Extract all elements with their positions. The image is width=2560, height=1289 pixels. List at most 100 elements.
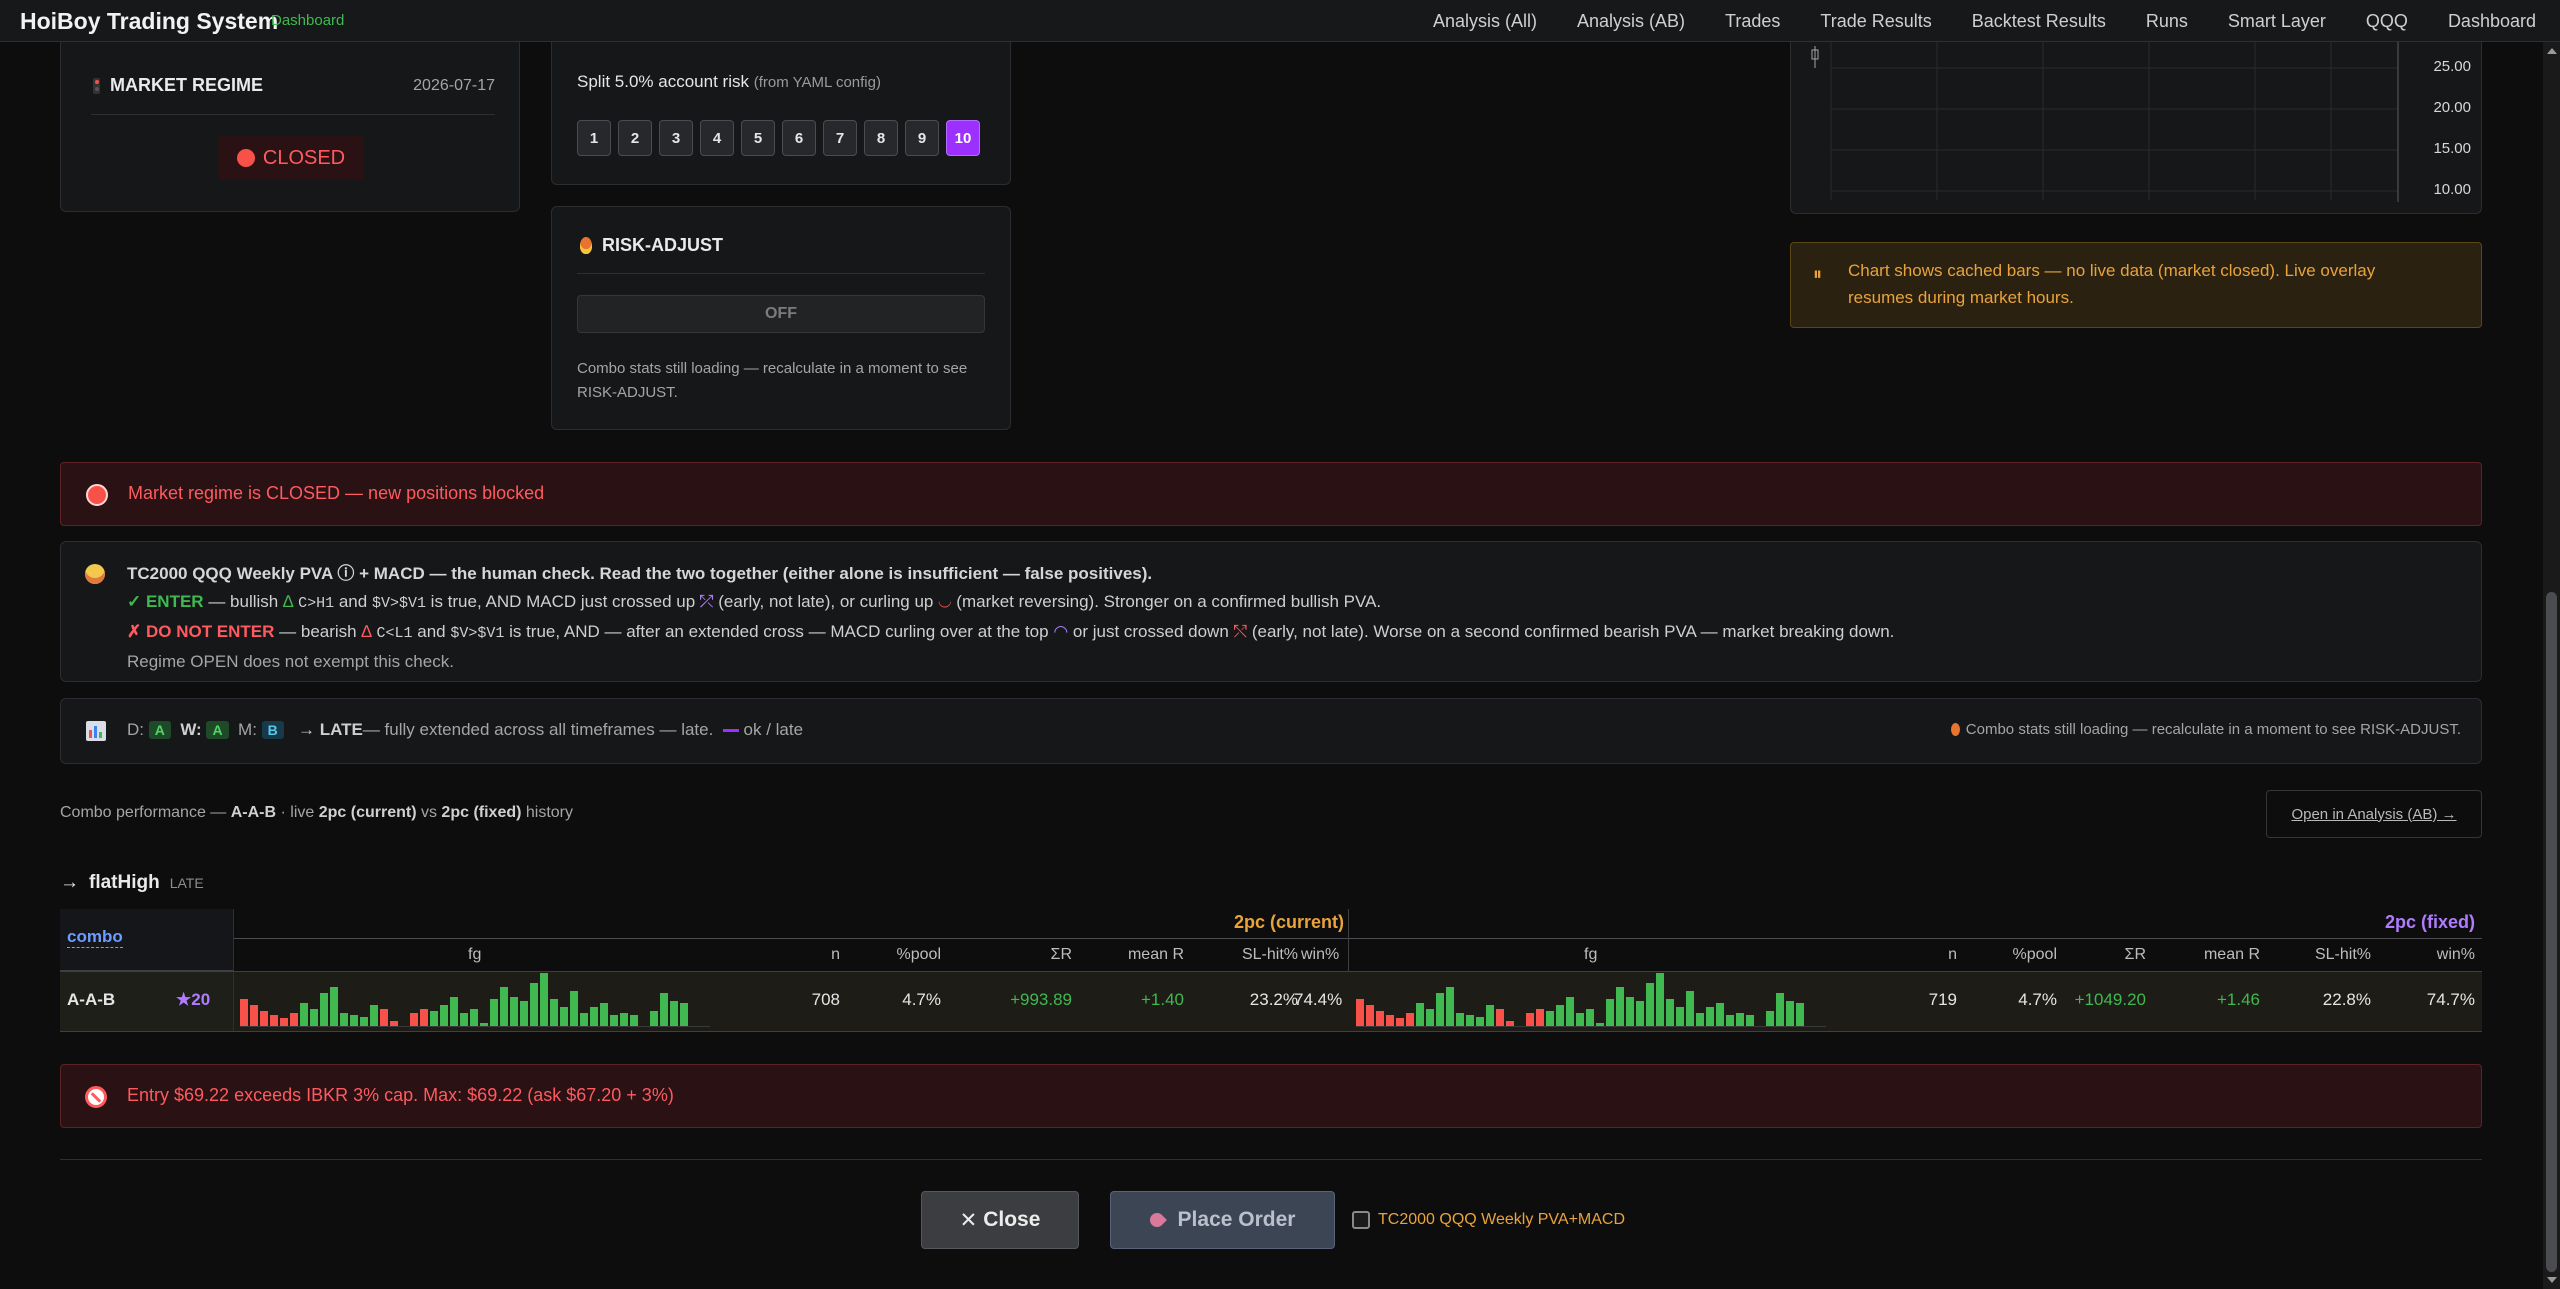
split-page-10[interactable]: 10 [946,120,980,156]
split-page-6[interactable]: 6 [782,120,816,156]
timeframe-summary: D: A W: A M: B → LATE — fully extended a… [60,698,2482,764]
tc2000-human-check: TC2000 QQQ Weekly PVA ⓘ + MACD — the hum… [60,541,2482,682]
split-page-5[interactable]: 5 [741,120,775,156]
nav-link-qqq[interactable]: QQQ [2366,11,2408,32]
red-circle-icon [86,484,108,506]
tf-weekly-grade: A [206,721,229,739]
regime-date: 2026-07-17 [413,77,495,94]
place-order-button[interactable]: Place Order [1110,1191,1335,1249]
tf-monthly-label: M: [238,720,257,739]
curl-over-icon: ◠ [1053,622,1069,641]
split-page-7[interactable]: 7 [823,120,857,156]
y-tick-20: 20.00 [2433,99,2471,116]
scrollbar-thumb[interactable] [2546,592,2557,1272]
tc2000-confirm-check[interactable]: TC2000 QQQ Weekly PVA+MACD [1352,1211,1625,1229]
risk-adjust-panel: RISK-ADJUST OFF Combo stats still loadin… [551,206,1011,430]
scroll-up-arrow[interactable] [2547,48,2557,54]
split-page-3[interactable]: 3 [659,120,693,156]
nav-link-smart-layer[interactable]: Smart Layer [2228,11,2326,32]
late-desc: — fully extended across all timeframes —… [362,720,714,739]
table-row[interactable]: A-A-B ★20 708 4.7% +993.89 +1.40 23.2% 7… [60,971,2482,1032]
scroll-down-arrow[interactable] [2547,1277,2557,1283]
red-circle-icon [236,149,255,167]
nav-links: Analysis (All) Analysis (AB) Trades Trad… [1393,0,2536,42]
split-page-8[interactable]: 8 [864,120,898,156]
tf-monthly-grade: B [261,721,284,739]
tf-daily-label: D: [127,720,144,739]
fire-icon [580,237,592,254]
nav-link-backtest-results[interactable]: Backtest Results [1972,11,2106,32]
fg-histogram-fixed [1356,973,1826,1027]
col-meanr-fixed: mean R [2203,946,2260,963]
nav-link-trades[interactable]: Trades [1725,11,1780,32]
legend-text: ok / late [743,720,804,739]
col-pool-fixed: %pool [2012,946,2057,963]
combo-performance-caption: Combo performance — A-A-B · live 2pc (cu… [60,804,574,821]
col-win-current-2: win% [1301,946,1340,963]
brand-title[interactable]: HoiBoy Trading System [20,8,278,35]
current-group-title: 2pc (current) [1233,912,1344,932]
fixed-pool: 4.7% [2018,990,2057,1009]
current-sumr: +993.89 [1010,990,1072,1009]
regime-title: MARKET REGIME [110,75,263,95]
nav-link-runs[interactable]: Runs [2146,11,2188,32]
checkbox[interactable] [1352,1211,1370,1229]
split-page-2[interactable]: 2 [618,120,652,156]
combo-header[interactable]: combo [67,927,123,948]
prohibited-icon [85,1086,107,1108]
nav-link-analysis-ab[interactable]: Analysis (AB) [1577,11,1685,32]
split-page-1[interactable]: 1 [577,120,611,156]
col-pool-current: %pool [896,946,941,963]
y-tick-15: 15.00 [2433,140,2471,157]
y-tick-25: 25.00 [2433,58,2471,75]
open-in-analysis-button[interactable]: Open in Analysis (AB) → [2266,790,2482,838]
current-slhit: 23.2% [1249,990,1298,1009]
split-pager: 1 2 3 4 5 6 7 8 9 10 [577,120,987,156]
risk-adjust-divider [577,273,985,274]
col-fg-current: fg [468,946,482,963]
fg-histogram-current [240,973,710,1027]
nav-link-dashboard[interactable]: Dashboard [2448,11,2536,32]
bullish-delta-icon: ∆ [282,592,294,611]
section-heading: → flatHigh LATE [60,872,204,894]
risk-adjust-note: Combo stats still loading — recalculate … [577,360,968,401]
split-panel: Split 5.0% account risk (from YAML confi… [551,42,1011,185]
close-button[interactable]: ✕ Close [921,1191,1079,1249]
regime-status-badge: CLOSED [218,136,364,180]
bearish-delta-icon: ∆ [361,622,372,641]
nav-link-trade-results[interactable]: Trade Results [1820,11,1931,32]
arrow-right-icon: → [60,872,79,893]
col-win-fixed: win% [2436,946,2475,963]
fixed-n: 719 [1928,990,1957,1009]
tc2000-enter-line: ✓ ENTER — bullish ∆ C>H1 and $V>$V1 is t… [127,592,1382,612]
entry-warning-text: Entry $69.22 exceeds IBKR 3% cap. Max: $… [127,1085,674,1105]
split-page-9[interactable]: 9 [905,120,939,156]
fixed-sumr: +1049.20 [2074,990,2146,1009]
entry-cap-warning: Entry $69.22 exceeds IBKR 3% cap. Max: $… [60,1064,2482,1128]
col-n-current: n [831,946,840,963]
fixed-group-title: 2pc (fixed) [2384,912,2475,932]
legend-line-icon [722,728,739,732]
fixed-win: 74.7% [2426,990,2475,1009]
tf-daily-grade: A [148,721,171,739]
candle-stub [1811,46,1819,68]
cross-down-icon: ⤲ [1233,622,1248,641]
top-nav: HoiBoy Trading System Dashboard Analysis… [0,0,2560,42]
row-star-badge: ★20 [176,990,211,1009]
fixed-meanr: +1.46 [2216,990,2260,1009]
rocket-icon [1146,1210,1167,1230]
checkbox-label[interactable]: TC2000 QQQ Weekly PVA+MACD [1378,1211,1625,1229]
tf-weekly-label: W: [180,720,202,739]
risk-adjust-title: RISK-ADJUST [602,235,724,255]
footer-divider [60,1159,2482,1160]
fire-icon [1950,723,1960,736]
current-win: 74.4% [1294,990,1343,1009]
nav-link-analysis-all[interactable]: Analysis (All) [1433,11,1537,32]
scrollbar-track[interactable] [2543,42,2560,1289]
price-chart-panel: 25.00 20.00 15.00 10.00 [1790,42,2482,214]
risk-adjust-toggle[interactable]: OFF [577,295,985,333]
fixed-slhit: 22.8% [2322,990,2371,1009]
cross-up-icon: ⤱ [699,592,714,611]
split-page-4[interactable]: 4 [700,120,734,156]
price-chart-svg[interactable] [1791,42,2483,214]
